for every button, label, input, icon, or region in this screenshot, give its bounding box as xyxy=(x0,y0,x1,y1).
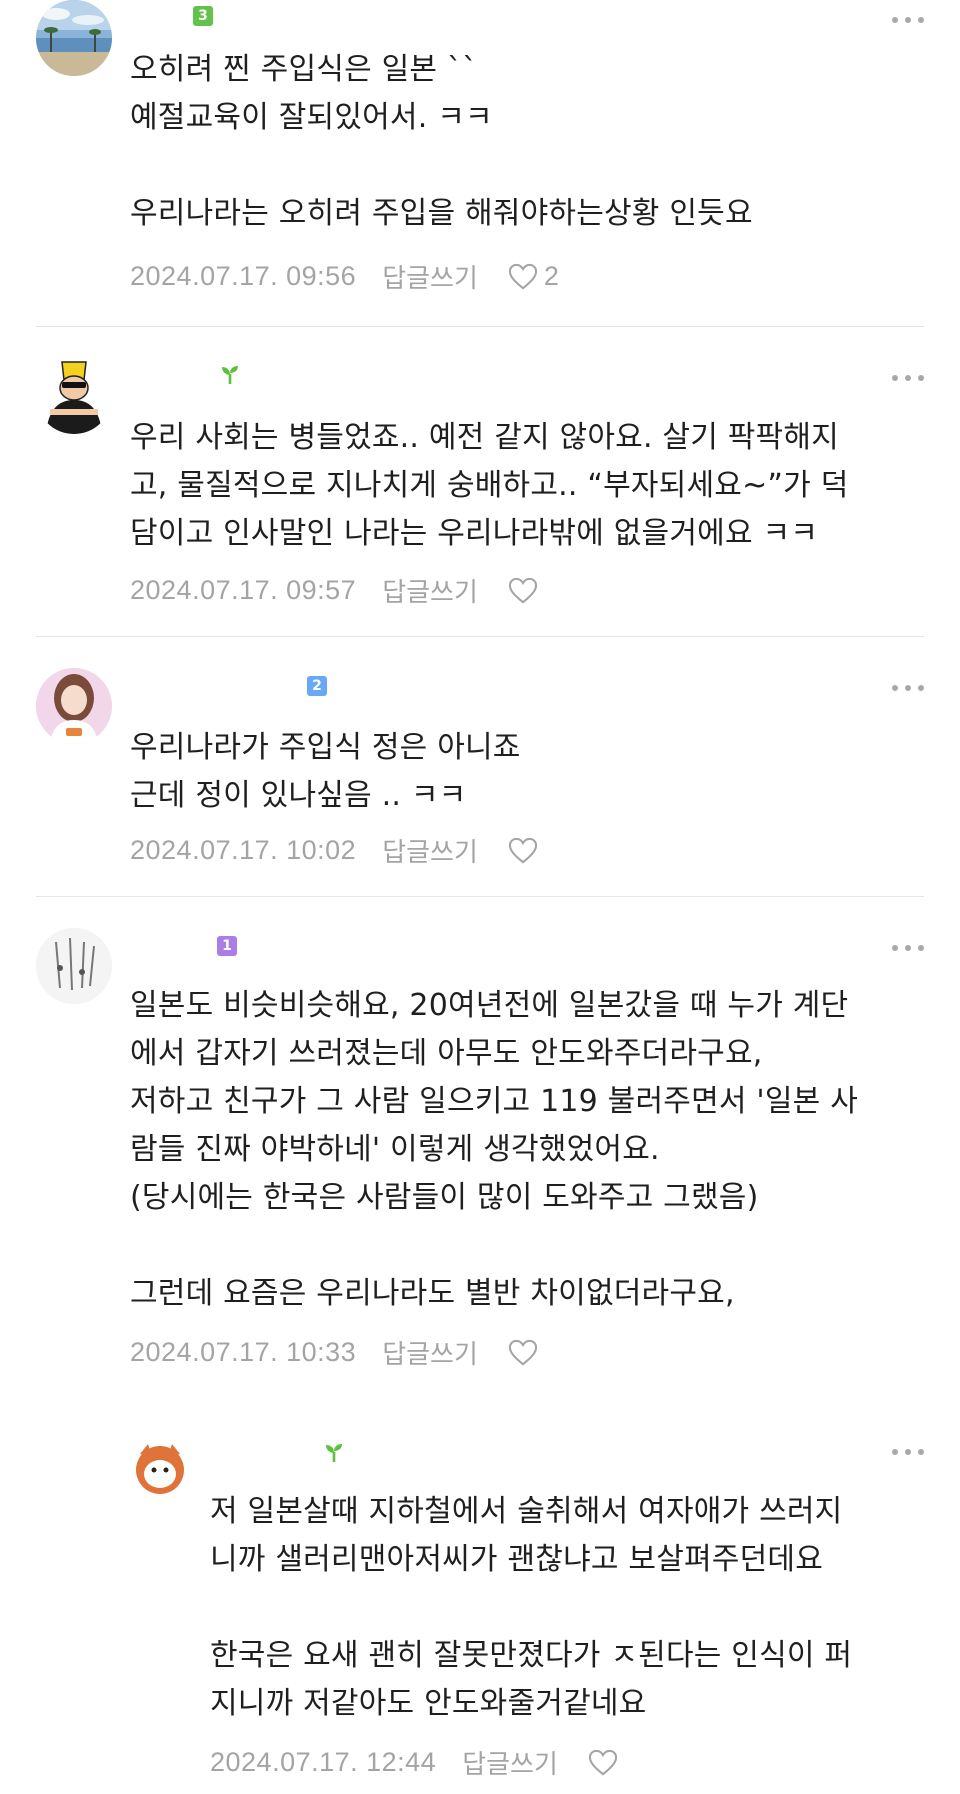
comment-meta: 2024.07.17. 10:33 답글쓰기 xyxy=(130,1334,538,1371)
heart-outline-icon xyxy=(588,1749,617,1776)
person-avatar-image xyxy=(36,668,112,744)
beach-avatar-image xyxy=(36,0,112,76)
more-dots-icon[interactable] xyxy=(892,942,924,954)
level-badge: 1 xyxy=(217,936,237,956)
reply-button[interactable]: 답글쓰기 xyxy=(382,258,478,295)
comment-body: 일본도 비슷비슷해요, 20여년전에 일본갔을 때 누가 계단 에서 갑자기 쓰… xyxy=(130,988,858,1311)
like-button[interactable] xyxy=(588,1749,618,1777)
comment-meta: 2024.07.17. 10:02 답글쓰기 xyxy=(130,832,538,869)
sketch-avatar-image xyxy=(36,928,112,1004)
avatar[interactable] xyxy=(36,928,112,1004)
avatar[interactable] xyxy=(36,0,112,76)
avatar[interactable] xyxy=(128,1436,192,1500)
level-badge-number: 2 xyxy=(312,678,322,694)
level-badge: 2 xyxy=(307,676,327,696)
like-button[interactable]: 2 xyxy=(508,261,559,292)
comment-meta: 2024.07.17. 12:44 답글쓰기 xyxy=(210,1744,618,1781)
comment-date: 2024.07.17. 10:33 xyxy=(130,1337,357,1367)
avatar[interactable] xyxy=(36,668,112,744)
character-avatar-image xyxy=(128,1436,192,1500)
heart-outline-icon xyxy=(508,577,537,604)
more-dots-icon[interactable] xyxy=(892,14,924,26)
heart-outline-icon xyxy=(508,263,537,290)
like-button[interactable] xyxy=(508,1339,538,1367)
comment-body: 우리나라가 주입식 정은 아니죠 근데 정이 있나싶음 .. ㅋㅋ xyxy=(130,730,521,813)
comment-body: 오히려 찐 주입식은 일본 `` 예절교육이 잘되있어서. ㅋㅋ 우리나라는 오… xyxy=(130,52,753,231)
more-dots-icon[interactable] xyxy=(892,372,924,384)
cartoon-avatar-image xyxy=(36,358,112,434)
reply-button[interactable]: 답글쓰기 xyxy=(462,1744,558,1781)
reply-button[interactable]: 답글쓰기 xyxy=(382,832,478,869)
more-dots-icon[interactable] xyxy=(892,682,924,694)
comment-body: 저 일본살때 지하철에서 술취해서 여자애가 쓰러지 니까 샐러리맨아저씨가 괜… xyxy=(210,1494,853,1721)
divider xyxy=(36,636,924,637)
avatar[interactable] xyxy=(36,358,112,434)
reply-button[interactable]: 답글쓰기 xyxy=(382,1334,478,1371)
level-badge-number: 3 xyxy=(198,8,208,24)
comment-meta: 2024.07.17. 09:57 답글쓰기 xyxy=(130,572,538,609)
comment-body: 우리 사회는 병들었죠.. 예전 같지 않아요. 살기 팍팍해지 고, 물질적으… xyxy=(130,420,849,551)
comment-meta: 2024.07.17. 09:56 답글쓰기 2 xyxy=(130,258,559,295)
comment-date: 2024.07.17. 09:57 xyxy=(130,575,357,605)
like-count: 2 xyxy=(543,261,559,291)
sprout-icon xyxy=(326,1444,342,1462)
divider xyxy=(36,326,924,327)
sprout-icon xyxy=(222,366,238,384)
comment-date: 2024.07.17. 10:02 xyxy=(130,835,357,865)
like-button[interactable] xyxy=(508,837,538,865)
heart-outline-icon xyxy=(508,837,537,864)
heart-outline-icon xyxy=(508,1339,537,1366)
level-badge: 3 xyxy=(193,6,213,26)
like-button[interactable] xyxy=(508,577,538,605)
comment-date: 2024.07.17. 09:56 xyxy=(130,261,357,291)
comment-date: 2024.07.17. 12:44 xyxy=(210,1747,437,1777)
level-badge-number: 1 xyxy=(222,938,232,954)
divider xyxy=(36,896,924,897)
reply-button[interactable]: 답글쓰기 xyxy=(382,572,478,609)
more-dots-icon[interactable] xyxy=(892,1446,924,1458)
